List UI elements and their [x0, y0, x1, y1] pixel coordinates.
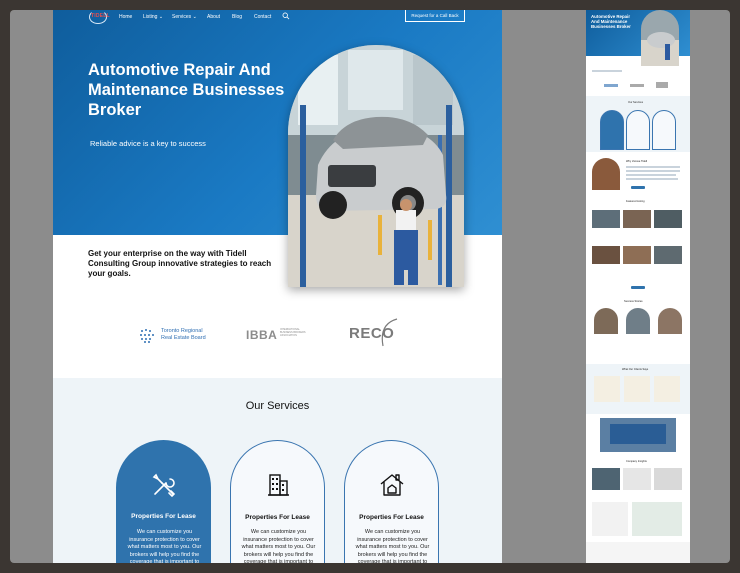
service-card-title: Properties For Lease	[359, 514, 424, 521]
treb-logo[interactable]: Toronto Regional Real Estate Board	[139, 327, 219, 347]
thumb-services: Our Services	[586, 96, 690, 152]
thumb-hero-title: Automotive Repair And Maintenance Busine…	[591, 14, 631, 29]
house-icon	[380, 474, 404, 496]
treb-line1: Toronto Regional	[161, 328, 203, 334]
thumb-why-title: Why choose Tidell	[626, 160, 648, 163]
logo-text[interactable]: TIDELL	[91, 13, 110, 19]
thumb-testimonials-title: What Our Clients Says	[622, 368, 649, 371]
search-icon[interactable]	[282, 12, 290, 20]
treb-dots-icon	[140, 329, 154, 343]
nav-item-about[interactable]: About	[207, 14, 220, 20]
thumb-service-card	[600, 110, 624, 150]
treb-line2: Real Estate Board	[161, 334, 206, 341]
service-card-desc: We can customize you insurance protectio…	[355, 529, 430, 563]
nav-item-services-label: Services	[172, 14, 192, 20]
treb-text: Toronto Regional Real Estate Board	[161, 328, 206, 341]
tools-icon	[152, 473, 176, 498]
hero-photo	[288, 45, 464, 287]
service-card-lease-3[interactable]: Properties For Lease We can customize yo…	[344, 440, 439, 563]
thumb-featured-title: Featured Listing	[626, 200, 645, 203]
reco-text: RECO	[349, 325, 395, 342]
hero-tagline: Get your enterprise on the way with Tide…	[88, 249, 272, 278]
reco-logo[interactable]: RECO	[349, 316, 415, 350]
request-callback-button[interactable]: Request for a Call Back	[405, 10, 465, 22]
building-icon	[268, 474, 289, 496]
services-section: Our Services Properties For Lease We can…	[53, 378, 502, 563]
screenshot-frame: TIDELL Home Listing ⌄ Services ⌄ About B…	[10, 10, 730, 563]
service-card-lease-1[interactable]: Properties For Lease We can customize yo…	[116, 440, 211, 563]
thumb-hero-photo	[641, 10, 679, 66]
thumb-hero: Automotive Repair And Maintenance Busine…	[586, 10, 690, 66]
thumb-testimonials: What Our Clients Says	[586, 364, 690, 414]
nav-item-listing[interactable]: Listing ⌄	[143, 14, 163, 20]
service-card-desc: We can customize you insurance protectio…	[241, 529, 316, 563]
nav-item-home[interactable]: Home	[119, 14, 132, 20]
thumb-insights-title: Company Insights	[626, 460, 647, 463]
top-nav: TIDELL Home Listing ⌄ Services ⌄ About B…	[53, 10, 502, 24]
service-card-desc: We can customize you insurance protectio…	[127, 529, 202, 563]
thumb-success-stories: Success Stories	[586, 294, 690, 360]
thumb-stories-title: Success Stories	[624, 300, 643, 303]
page-thumbnail[interactable]: Automotive Repair And Maintenance Busine…	[586, 10, 690, 563]
nav-item-blog[interactable]: Blog	[232, 14, 242, 20]
service-card-title: Properties For Lease	[245, 514, 310, 521]
ibba-subtext: INTERNATIONAL BUSINESS BROKERS ASSOCIATI…	[280, 328, 306, 338]
thumb-service-card	[652, 110, 676, 150]
nav-item-listing-label: Listing	[143, 14, 158, 20]
hero-subtitle: Reliable advice is a key to success	[90, 139, 206, 148]
thumb-service-card	[626, 110, 650, 150]
main-page: TIDELL Home Listing ⌄ Services ⌄ About B…	[53, 10, 502, 563]
hero-title: Automotive Repair And Maintenance Busine…	[88, 61, 285, 119]
nav-item-contact[interactable]: Contact	[254, 14, 271, 20]
nav-item-services[interactable]: Services ⌄	[172, 14, 197, 20]
ibba-text: IBBA	[246, 328, 278, 342]
partner-logos: Toronto Regional Real Estate Board IBBA …	[53, 310, 502, 370]
thumb-services-title: Our Services	[628, 101, 643, 104]
services-title: Our Services	[245, 400, 310, 412]
ibba-logo[interactable]: IBBA INTERNATIONAL BUSINESS BROKERS ASSO…	[246, 326, 316, 346]
service-card-title: Properties For Lease	[131, 513, 196, 520]
service-card-lease-2[interactable]: Properties For Lease We can customize yo…	[230, 440, 325, 563]
